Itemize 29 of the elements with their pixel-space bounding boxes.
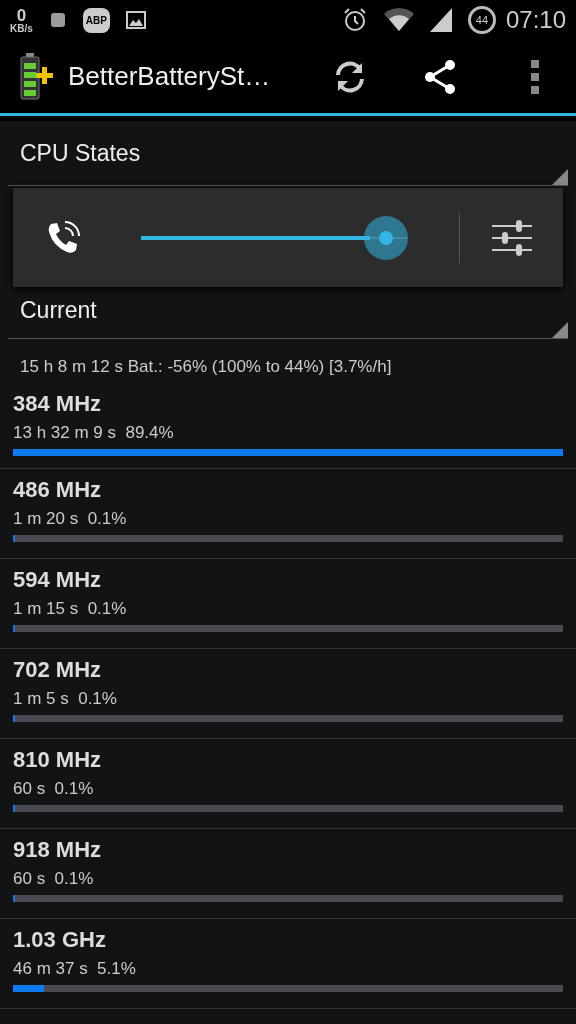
- duration-text: 60 s 0.1%: [13, 779, 95, 799]
- adblock-badge: ABP: [82, 7, 110, 33]
- sliders-icon[interactable]: [492, 219, 532, 256]
- battery-indicator: 44: [467, 6, 496, 34]
- frequency-label: 810 MHz: [13, 747, 103, 773]
- net-unit: KB/s: [10, 23, 33, 34]
- duration-text: 13 h 32 m 9 s 89.4%: [13, 423, 175, 443]
- image-icon: [125, 11, 146, 29]
- frequency-label: 486 MHz: [13, 477, 103, 503]
- overflow-menu-icon[interactable]: [530, 59, 540, 94]
- frequency-label: 702 MHz: [13, 657, 103, 683]
- duration-text: 1 m 15 s 0.1%: [13, 599, 128, 619]
- frequency-label: 384 MHz: [13, 391, 103, 417]
- duration-text: 1 m 20 s 0.1%: [13, 509, 128, 529]
- duration-text: 60 s 0.1%: [13, 869, 95, 889]
- chip-icon: [48, 11, 67, 29]
- duration-text: 46 m 37 s 5.1%: [13, 959, 137, 979]
- summary-text: 15 h 8 m 12 s Bat.: -56% (100% to 44%) [3.7%/h]: [19, 356, 393, 378]
- share-icon[interactable]: [422, 58, 458, 95]
- frequency-label: 594 MHz: [13, 567, 103, 593]
- battery-plus-icon: [20, 52, 54, 101]
- signal-icon: [429, 8, 452, 32]
- net-speed: 0: [16, 6, 27, 24]
- frequency-label: 1.03 GHz: [13, 927, 107, 953]
- frequency-label: 918 MHz: [13, 837, 103, 863]
- duration-text: 1 m 5 s 0.1%: [13, 689, 118, 709]
- app-title: BetterBatterySt…: [68, 61, 271, 92]
- clock: 07:10: [505, 6, 566, 34]
- wifi-icon: [383, 8, 414, 32]
